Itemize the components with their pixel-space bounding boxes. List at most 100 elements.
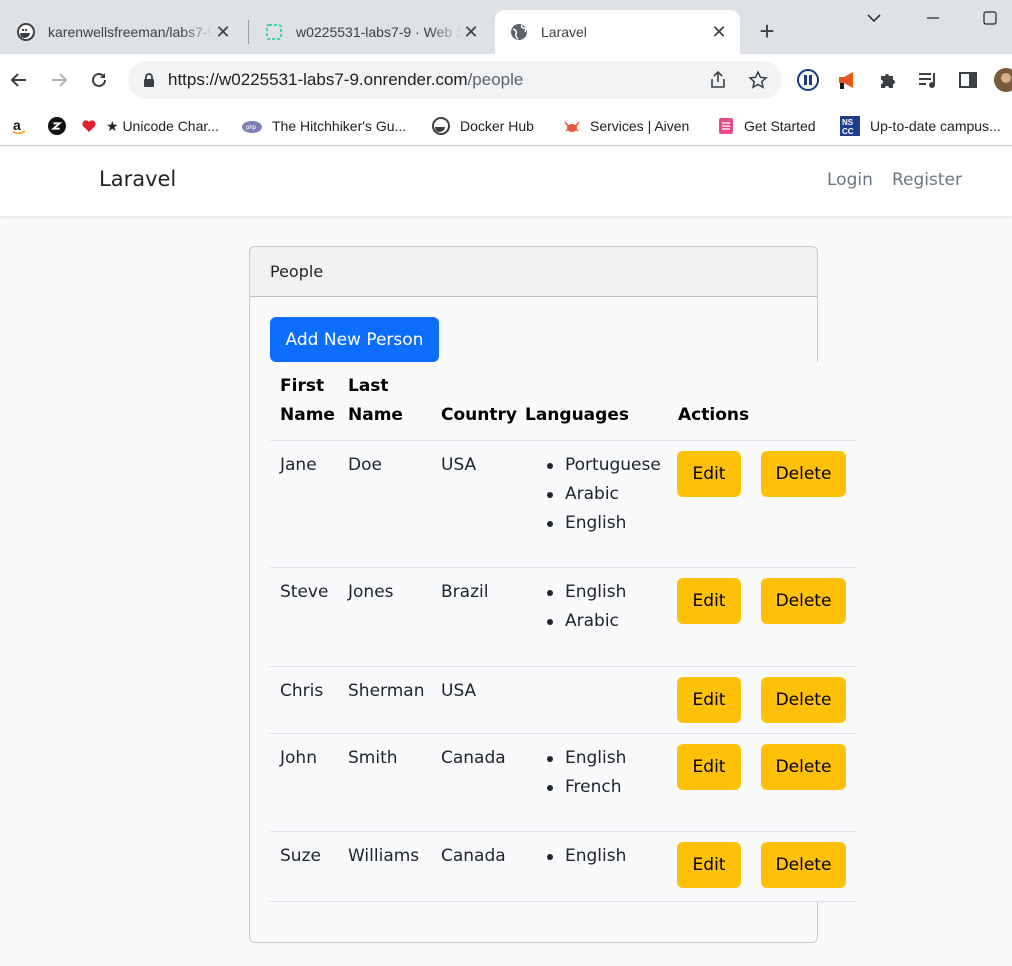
cell-first-name: John [280, 748, 317, 768]
header-languages: Languages [525, 405, 629, 425]
url-host: https://w0225531-labs7-9.onrender.com [168, 70, 468, 89]
login-link[interactable]: Login [827, 170, 873, 190]
row-divider [270, 831, 856, 832]
header-text: Last [348, 376, 389, 396]
edit-button[interactable]: Edit [677, 578, 741, 624]
tab-github[interactable]: karenwellsfreeman/labs7-9 ✕ [2, 10, 244, 54]
cell-last-name: Jones [348, 582, 394, 602]
bookmark-label: Up-to-date campus... [870, 118, 1001, 134]
minimize-icon[interactable] [926, 8, 940, 33]
delete-button[interactable]: Delete [761, 578, 846, 624]
card-title: People [270, 262, 324, 281]
header-text: Name [280, 405, 335, 425]
close-icon[interactable]: ✕ [462, 22, 480, 43]
edit-button[interactable]: Edit [677, 451, 741, 497]
bookmark-docker-hub[interactable]: Docker Hub [430, 114, 534, 138]
back-icon[interactable] [5, 66, 33, 94]
header-actions: Actions [678, 405, 750, 425]
language-item: English [547, 744, 626, 773]
cell-first-name: Steve [280, 582, 329, 602]
browser-toolbar: https://w0225531-labs7-9.onrender.com/pe… [0, 54, 1012, 106]
header-last-name: Last Name [348, 372, 403, 430]
tab-laravel[interactable]: Laravel ✕ [495, 10, 740, 54]
bookmark-label: Docker Hub [460, 118, 534, 134]
nscc-icon: NS CC [838, 116, 862, 136]
cell-last-name: Williams [348, 846, 420, 866]
bookmark-zip[interactable] [48, 114, 74, 138]
avatar[interactable] [994, 68, 1012, 92]
register-link[interactable]: Register [892, 170, 962, 190]
maximize-icon[interactable] [982, 8, 998, 33]
language-item: French [547, 773, 626, 802]
bookmark-get-started[interactable]: Get Started [716, 114, 816, 138]
card-header: People [250, 247, 817, 297]
bookmark-nscc[interactable]: NS CC Up-to-date campus... [838, 114, 1001, 138]
language-item: Arabic [547, 480, 661, 509]
bookmark-aiven[interactable]: Services | Aiven [562, 114, 689, 138]
svg-text:php: php [246, 125, 257, 131]
docker-icon [16, 22, 36, 42]
cell-last-name: Doe [348, 455, 382, 475]
language-item: Arabic [547, 607, 626, 636]
globe-icon [509, 22, 529, 42]
star-icon[interactable] [748, 70, 768, 95]
pause-extension-icon[interactable] [796, 68, 820, 92]
cell-country: Canada [441, 748, 506, 768]
cell-country: USA [441, 681, 477, 701]
megaphone-icon[interactable] [836, 68, 860, 92]
header-text: Name [348, 405, 403, 425]
side-panel-icon[interactable] [956, 68, 980, 92]
brand-link[interactable]: Laravel [99, 167, 176, 191]
chevron-down-icon[interactable] [866, 8, 882, 33]
header-first-name: First Name [280, 372, 335, 430]
bookmark-label: The Hitchhiker's Gu... [272, 118, 407, 134]
bookmark-label: ★ Unicode Char... [106, 117, 219, 134]
cell-last-name: Smith [348, 748, 398, 768]
reload-icon[interactable] [85, 66, 113, 94]
share-icon[interactable] [708, 70, 728, 95]
url-text: https://w0225531-labs7-9.onrender.com/pe… [168, 70, 523, 90]
new-tab-icon[interactable]: + [752, 17, 782, 47]
address-bar[interactable]: https://w0225531-labs7-9.onrender.com/pe… [128, 61, 782, 99]
edit-button[interactable]: Edit [677, 744, 741, 790]
notebook-icon [716, 117, 736, 135]
bookmark-amazon[interactable]: a [10, 114, 36, 138]
delete-button[interactable]: Delete [761, 677, 846, 723]
app-navbar: Laravel Login Register [0, 147, 1012, 216]
header-text: First [280, 376, 325, 396]
svg-text:CC: CC [842, 127, 854, 136]
add-person-button[interactable]: Add New Person [270, 317, 439, 362]
delete-button[interactable]: Delete [761, 744, 846, 790]
cell-first-name: Suze [280, 846, 321, 866]
elephant-icon: php [240, 117, 264, 135]
media-icon[interactable] [916, 68, 940, 92]
tab-strip: karenwellsfreeman/labs7-9 ✕ w0225531-lab… [0, 0, 1012, 54]
close-icon[interactable]: ✕ [214, 22, 232, 43]
edit-button[interactable]: Edit [677, 677, 741, 723]
cell-country: USA [441, 455, 477, 475]
row-divider [270, 901, 856, 902]
close-icon[interactable]: ✕ [710, 22, 728, 43]
row-divider [270, 567, 856, 568]
language-item: English [547, 842, 626, 871]
cell-country: Brazil [441, 582, 489, 602]
puzzle-icon[interactable] [876, 68, 900, 92]
tab-render[interactable]: w0225531-labs7-9 · Web Service ✕ [250, 10, 492, 54]
delete-button[interactable]: Delete [761, 451, 846, 497]
render-icon [264, 22, 284, 42]
lock-icon[interactable] [142, 72, 156, 93]
bookmark-hitchhiker[interactable]: php The Hitchhiker's Gu... [240, 114, 406, 138]
heart-icon [80, 117, 98, 135]
language-list: English French [547, 744, 626, 802]
bookmarks-bar: a ★ Unicode Char... php The Hitchhiker's… [0, 106, 1012, 146]
bookmark-label: Services | Aiven [590, 118, 690, 134]
forward-icon[interactable] [45, 66, 73, 94]
delete-button[interactable]: Delete [761, 842, 846, 888]
tab-separator [248, 20, 249, 44]
bookmark-unicode[interactable]: ★ Unicode Char... [80, 114, 219, 138]
row-divider [270, 666, 856, 667]
edit-button[interactable]: Edit [677, 842, 741, 888]
cell-first-name: Chris [280, 681, 324, 701]
row-divider [270, 440, 856, 441]
amazon-icon: a [10, 117, 28, 135]
